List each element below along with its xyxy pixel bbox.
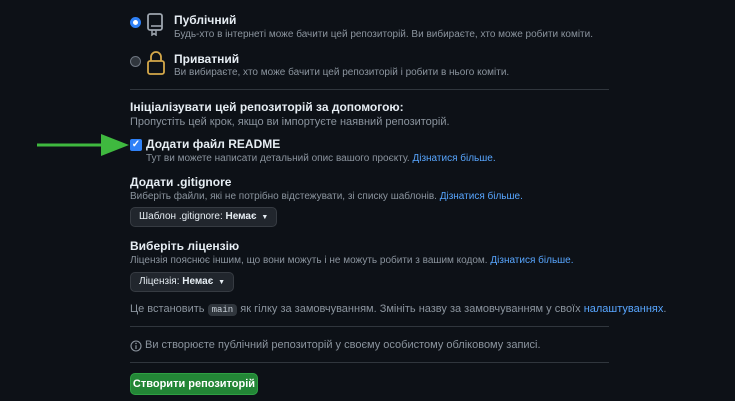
private-description: Ви вибираєте, хто може бачити цей репози… — [174, 67, 510, 78]
readme-checkbox[interactable]: ✓ — [130, 139, 142, 151]
branch-suffix: . — [663, 303, 667, 315]
create-repository-button[interactable]: Створити репозиторій — [130, 373, 258, 395]
default-branch-note: Це встановить main як гілку за замовчува… — [130, 303, 667, 316]
gitignore-heading: Додати .gitignore — [130, 175, 232, 189]
readme-label[interactable]: Додати файл README — [146, 137, 280, 151]
divider — [130, 89, 609, 90]
repo-icon — [146, 12, 165, 37]
gitignore-select-value: Немає — [225, 211, 257, 222]
license-select-prefix: Ліцензія: — [139, 276, 180, 287]
gitignore-select-prefix: Шаблон .gitignore: — [139, 211, 223, 222]
readme-learn-more-link[interactable]: Дізнатися більше. — [412, 153, 495, 164]
divider — [130, 362, 609, 363]
gitignore-template-select[interactable]: Шаблон .gitignore: Немає ▼ — [130, 207, 278, 227]
license-heading: Виберіть ліцензію — [130, 239, 240, 253]
public-title: Публічний — [174, 13, 237, 27]
caret-down-icon: ▼ — [261, 214, 269, 221]
init-heading: Ініціалізувати цей репозиторій за допомо… — [130, 100, 404, 114]
init-subtext: Пропустіть цей крок, якщо ви імпортуєте … — [130, 116, 450, 128]
gitignore-description-row: Виберіть файли, які не потрібно відстежу… — [130, 191, 523, 202]
divider — [130, 326, 609, 327]
license-select-value: Немає — [182, 276, 214, 287]
license-select[interactable]: Ліцензія: Немає ▼ — [130, 272, 234, 292]
branch-prefix: Це встановить — [130, 303, 205, 315]
private-title: Приватний — [174, 52, 240, 66]
readme-description: Тут ви можете написати детальний опис ва… — [146, 153, 410, 164]
license-learn-more-link[interactable]: Дізнатися більше. — [490, 255, 573, 266]
public-description: Будь-хто в інтернеті може бачити цей реп… — [174, 29, 594, 40]
info-icon — [130, 339, 142, 352]
gitignore-learn-more-link[interactable]: Дізнатися більше. — [440, 191, 523, 202]
gitignore-description: Виберіть файли, які не потрібно відстежу… — [130, 191, 437, 202]
settings-link[interactable]: налаштуваннях — [584, 303, 664, 315]
license-description: Ліцензія пояснює іншим, що вони можуть і… — [130, 255, 488, 266]
lock-icon — [146, 50, 166, 76]
caret-down-icon: ▼ — [218, 279, 225, 286]
public-notice: Ви створюєте публічний репозиторій у сво… — [145, 339, 541, 351]
license-description-row: Ліцензія пояснює іншим, що вони можуть і… — [130, 255, 574, 266]
branch-middle: як гілку за замовчуванням. Змініть назву… — [240, 303, 581, 315]
private-radio[interactable] — [130, 56, 141, 67]
readme-description-row: Тут ви можете написати детальний опис ва… — [146, 153, 496, 164]
public-radio[interactable] — [130, 17, 141, 28]
branch-name-code: main — [207, 304, 238, 316]
annotation-arrow-icon — [35, 131, 131, 159]
